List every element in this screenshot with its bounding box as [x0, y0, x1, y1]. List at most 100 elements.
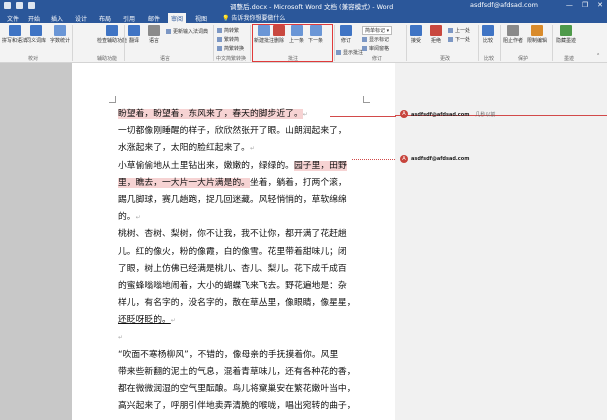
group-label-accessibility: 辅助功能	[97, 56, 118, 62]
group-label-compare: 比较	[484, 56, 495, 62]
ink-icon	[560, 25, 572, 36]
translate-button[interactable]: 翻译	[128, 25, 140, 44]
lock-icon	[531, 25, 543, 36]
ribbon-tabs: 文件 开始 插入 设计 布局 引用 邮件 审阅 视图 帮助 💡 告诉我你想要做什…	[0, 12, 607, 23]
collapse-ribbon-button[interactable]: ⌃	[596, 53, 600, 59]
group-separator	[552, 25, 553, 61]
commented-text[interactable]: 园子里，田野	[293, 160, 347, 171]
spelling-button[interactable]: 拼写和语法	[2, 25, 27, 44]
markup-dropdown[interactable]: 简单标记 ▾	[362, 26, 393, 35]
comment-time: 几秒以前	[475, 112, 496, 118]
comments-group-highlight	[252, 24, 333, 62]
reviewing-pane-icon	[362, 46, 367, 51]
word-count-button[interactable]: 字数统计	[50, 25, 70, 44]
paragraph-line: 了眼，树上仿佛已经满是桃儿、杏儿、梨儿。花下成千成百	[118, 263, 347, 274]
paragraph-line: 水涨起来了，太阳的脸红起来了。↵	[118, 143, 255, 154]
reject-icon	[430, 25, 442, 36]
language-icon	[148, 25, 160, 36]
paragraph-line: 高兴起来了，呼朋引伴地卖弄清脆的喉咙，唱出宛转的曲子，	[118, 401, 356, 412]
tell-me-search[interactable]: 💡 告诉我你想要做什么	[222, 13, 285, 22]
text-segment: 小草偷偷地从土里钻出来，嫩嫩的，绿绿的。	[118, 160, 294, 171]
save-icon[interactable]	[4, 2, 11, 9]
maximize-button[interactable]: ❐	[582, 1, 588, 9]
group-label-changes: 更改	[440, 56, 451, 62]
document-body[interactable]: 盼望着，盼望着，东风来了，春天的脚步近了。↵ 一切都像刚睡醒的样子，欣欣然张开了…	[118, 106, 358, 415]
track-changes-icon	[340, 25, 352, 36]
group-label-tracking: 修订	[372, 56, 383, 62]
group-separator	[213, 25, 214, 61]
thesaurus-button[interactable]: 同义词库	[26, 25, 46, 44]
thesaurus-icon	[30, 25, 42, 36]
group-separator	[124, 25, 125, 61]
language-button[interactable]: 语言	[148, 25, 160, 44]
block-authors-icon	[507, 25, 519, 36]
commented-text[interactable]: 里，瞧去，一大片一大片满是的。	[118, 177, 250, 188]
hide-ink-button[interactable]: 隐藏墨迹	[556, 25, 576, 44]
simplified-to-traditional-button[interactable]: 简转繁	[217, 27, 239, 34]
previous-change-button[interactable]: 上一处	[448, 27, 470, 34]
title-bar: 调整后.docx - Microsoft Word 文档 (兼容模式) - Wo…	[0, 0, 607, 12]
show-markup-button[interactable]: 显示标记	[362, 36, 389, 43]
group-label-chinese: 中文简繁转换	[216, 56, 247, 62]
show-comments-icon	[336, 50, 341, 55]
group-label-ink: 墨迹	[564, 56, 575, 62]
block-authors-button[interactable]: 阻止作者	[503, 25, 523, 44]
margin-mark	[109, 96, 116, 103]
paragraph-line: 还眨呀眨的。↵	[118, 315, 176, 326]
paragraph-line: 一切都像刚睡醒的样子，欣欣然张开了眼。山朗润起来了，	[118, 126, 347, 137]
group-label-language: 语言	[160, 56, 171, 62]
margin-mark	[363, 96, 370, 103]
spell-check-icon	[8, 25, 21, 36]
convert-icon	[217, 46, 222, 51]
paragraph-line: 儿。红的像火，粉的像霞，白的像雪。花里带着甜味儿；闭	[118, 246, 347, 257]
window-title: 调整后.docx - Microsoft Word 文档 (兼容模式) - Wo…	[230, 3, 394, 11]
group-separator	[478, 25, 479, 61]
accessibility-icon	[106, 25, 118, 36]
tab-review[interactable]: 审阅	[168, 13, 187, 23]
update-input-dictionary-button[interactable]: 更新输入法词典	[166, 28, 208, 35]
s2t-icon	[217, 28, 222, 33]
paragraph-line: 样儿，有名字的，没名字的，散在草丛里，像眼睛，像星星，	[118, 298, 356, 309]
close-button[interactable]: ✕	[597, 1, 603, 9]
compare-button[interactable]: 比较	[482, 25, 494, 44]
text-segment: 坐着，躺着，打两个滚，	[249, 177, 347, 188]
group-separator	[250, 25, 251, 61]
paragraph-line: “吹面不寒杨柳风”，不错的，像母亲的手抚摸着你。风里	[118, 349, 339, 360]
restrict-editing-button[interactable]: 限制编辑	[527, 25, 547, 44]
word-count-icon	[54, 25, 66, 36]
show-markup-icon	[362, 37, 367, 42]
paragraph-line: 踢几脚球，赛几趟跑，捉几回迷藏。风轻悄悄的，草软绵绵	[118, 194, 347, 205]
paragraph-line: 里，瞧去，一大片一大片满是的。坐着，躺着，打两个滚，	[118, 175, 358, 192]
reject-button[interactable]: 拒绝	[430, 25, 442, 44]
check-accessibility-button[interactable]: 检查辅助功能	[97, 25, 127, 44]
accept-icon	[410, 25, 422, 36]
next-change-button[interactable]: 下一处	[448, 36, 470, 43]
reviewing-pane-button[interactable]: 审阅窗格	[362, 45, 389, 52]
paragraph-line: 盼望着，盼望着，东风来了，春天的脚步近了。↵	[118, 109, 308, 119]
chinese-convert-button[interactable]: 简繁转换	[217, 45, 244, 52]
paragraph-line: 小草偷偷地从土里钻出来，嫩嫩的，绿绿的。园子里，田野	[118, 158, 358, 175]
t2s-icon	[217, 37, 222, 42]
avatar: A	[400, 110, 408, 118]
show-comments-button[interactable]: 显示批注	[336, 49, 363, 56]
minimize-button[interactable]: —	[566, 1, 573, 9]
redo-icon[interactable]	[28, 2, 35, 9]
commented-text[interactable]: 盼望着，盼望着，东风来了，春天的脚步近了。	[118, 109, 303, 119]
group-separator	[500, 25, 501, 61]
user-account[interactable]: asdfsdf@afdsad.com	[470, 1, 538, 9]
traditional-to-simplified-button[interactable]: 繁转简	[217, 36, 239, 43]
next-change-icon	[448, 37, 453, 42]
group-separator	[72, 25, 73, 61]
avatar: A	[400, 155, 408, 163]
ribbon: 拼写和语法 同义词库 字数统计 校对 检查辅助功能 辅助功能 翻译 语言 更新输…	[0, 23, 607, 63]
group-separator	[334, 25, 335, 61]
track-changes-button[interactable]: 修订	[340, 25, 352, 44]
comment-author: asdfsdf@afdsad.com	[411, 156, 470, 162]
paragraph-line: 的蜜蜂嗡嗡地闹着，大小的蝴蝶飞来飞去。野花遍地是：杂	[118, 280, 347, 291]
empty-paragraph: ↵	[118, 334, 124, 342]
group-label-proofing: 校对	[28, 56, 39, 62]
comment-author: asdfsdf@afdsad.com 几秒以前	[411, 112, 496, 118]
undo-icon[interactable]	[16, 2, 23, 9]
comment-connector-line	[352, 159, 395, 160]
accept-button[interactable]: 接受	[410, 25, 422, 44]
